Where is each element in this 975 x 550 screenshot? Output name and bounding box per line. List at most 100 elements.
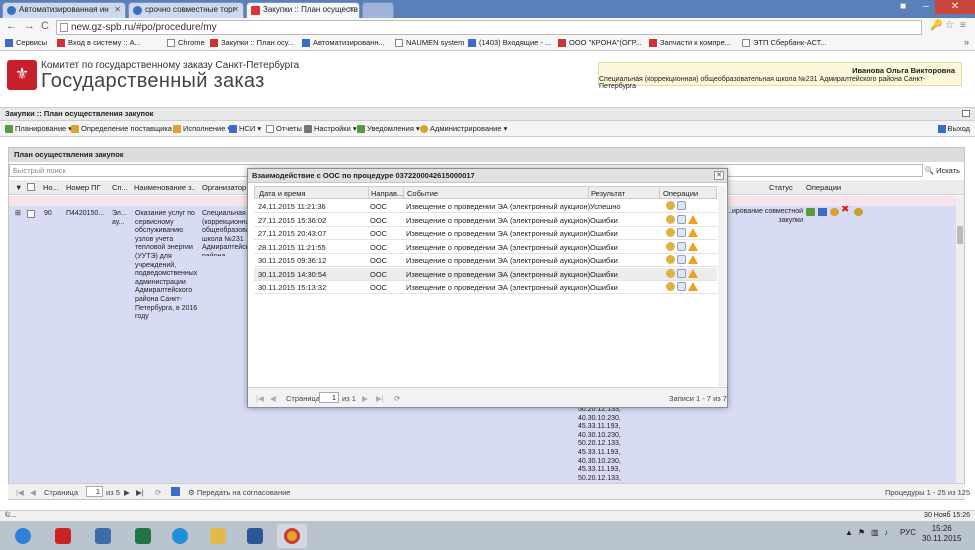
document-icon[interactable] <box>677 201 686 210</box>
dialog-table-row[interactable]: 27.11.2015 15:36:02 ООС Извещение о провед… <box>254 213 717 227</box>
warning-icon[interactable] <box>688 282 698 291</box>
menu-notifications[interactable]: Уведомления ▾ <box>357 124 420 133</box>
view-xml-icon[interactable] <box>666 268 675 278</box>
reload-grid-icon[interactable]: ⟳ <box>155 488 161 497</box>
warning-icon[interactable] <box>688 255 698 264</box>
start-button[interactable] <box>8 524 38 548</box>
menu-supplier[interactable]: Определение поставщика ▾ <box>71 124 178 133</box>
column-name[interactable]: Наименование з... <box>134 183 196 192</box>
close-tab-icon[interactable]: ✕ <box>348 3 355 17</box>
menu-administration[interactable]: Администрирование ▾ <box>420 124 507 133</box>
column-event[interactable]: Событие <box>407 189 438 198</box>
gear-icon[interactable] <box>854 208 863 216</box>
collapse-icon[interactable] <box>962 110 970 117</box>
url-input[interactable]: new.gz-spb.ru/#po/procedure/my <box>56 20 922 35</box>
dialog-scrollbar[interactable] <box>718 186 726 386</box>
save-icon[interactable] <box>171 487 180 496</box>
bookmark-automated[interactable]: Автоматизированн... <box>302 38 385 47</box>
document-icon[interactable] <box>677 241 686 251</box>
document-icon[interactable] <box>677 268 686 278</box>
view-xml-icon[interactable] <box>666 228 675 237</box>
close-tab-icon[interactable]: ✕ <box>232 3 239 17</box>
tray-flag-icon[interactable]: ⚑ <box>858 528 865 537</box>
page-number-input[interactable]: 1 <box>319 392 339 403</box>
first-page-icon[interactable]: |◀ <box>256 394 264 403</box>
menu-icon[interactable]: ≡ <box>960 20 966 31</box>
taskbar-app-word[interactable] <box>240 524 270 548</box>
taskbar-app-ie[interactable] <box>165 524 195 548</box>
document-icon[interactable] <box>677 255 686 264</box>
view-xml-icon[interactable] <box>666 201 675 210</box>
bookmark-naumen[interactable]: NAUMEN system <box>395 38 464 47</box>
view-xml-icon[interactable] <box>666 255 675 264</box>
dialog-table-row[interactable]: 30.11.2015 09:36:12 ООС Извещение о провед… <box>254 254 717 267</box>
last-page-icon[interactable]: ▶| <box>376 394 384 403</box>
keyboard-language[interactable]: РУС <box>900 528 916 537</box>
expand-icon[interactable]: ⊞ <box>15 210 21 219</box>
dialog-close-button[interactable]: ✕ <box>714 171 724 180</box>
bookmark-sberbank[interactable]: ЭТП Сбербанк-АСТ... <box>742 38 827 47</box>
document-icon[interactable] <box>677 214 686 224</box>
menu-nsi[interactable]: НСИ ▾ <box>229 124 261 133</box>
next-page-icon[interactable]: ▶ <box>362 394 368 403</box>
menu-settings[interactable]: Настройки ▾ <box>304 124 357 133</box>
new-tab-button[interactable] <box>362 2 394 18</box>
warning-icon[interactable] <box>688 268 698 278</box>
view-xml-icon[interactable] <box>666 241 675 251</box>
warning-icon[interactable] <box>688 241 698 251</box>
column-number[interactable]: Но... <box>43 183 63 192</box>
approve-button[interactable]: ⚙ Передать на согласование <box>188 488 290 497</box>
bookmark-inbox[interactable]: (1403) Входящие - ... <box>468 38 551 47</box>
back-icon[interactable]: ← <box>6 20 17 32</box>
reload-icon[interactable]: C <box>41 20 49 32</box>
bookmark-login[interactable]: Вход в систему :: А... <box>57 38 141 47</box>
scrollbar-thumb[interactable] <box>957 226 963 244</box>
browser-tab-2[interactable]: срочно совместные торг ✕ <box>128 2 244 18</box>
column-direction[interactable]: Направ... <box>371 189 403 198</box>
system-clock[interactable]: 15:26 30.11.2015 <box>922 524 961 544</box>
dialog-table-row[interactable]: 28.11.2015 11:21:55 ООС Извещение о провед… <box>254 240 717 254</box>
delete-icon[interactable]: ✖ <box>841 206 849 215</box>
logout-button[interactable]: Выход <box>937 124 970 133</box>
dialog-table-row[interactable]: 30.11.2015 15:13:32 ООС Извещение о провед… <box>254 281 717 294</box>
prev-page-icon[interactable]: ◀ <box>30 488 36 497</box>
key-icon[interactable]: 🔑 <box>930 20 942 31</box>
taskbar-app-excel[interactable] <box>128 524 158 548</box>
select-all-checkbox[interactable] <box>27 183 35 191</box>
menu-reports[interactable]: Отчеты <box>266 124 302 133</box>
document-icon[interactable] <box>677 228 686 237</box>
menu-execution[interactable]: Исполнение ▾ <box>173 124 231 133</box>
bookmark-services[interactable]: Сервисы <box>5 38 47 47</box>
view-xml-icon[interactable] <box>666 282 675 291</box>
warning-icon[interactable] <box>688 214 698 224</box>
next-page-icon[interactable]: ▶ <box>124 488 130 497</box>
tray-arrow-icon[interactable]: ▲ <box>845 528 853 537</box>
page-number-input[interactable]: 1 <box>86 486 103 497</box>
bookmarks-more-button[interactable]: » <box>964 37 969 47</box>
edit-icon[interactable] <box>806 208 815 216</box>
row-checkbox[interactable] <box>27 210 35 218</box>
bookmark-procurement[interactable]: Закупки :: План осу... <box>210 38 294 47</box>
first-page-icon[interactable]: |◀ <box>16 488 24 497</box>
bookmark-krona[interactable]: ООО "КРОНА"(ОГР... <box>558 38 642 47</box>
warning-icon[interactable] <box>688 228 698 237</box>
column-pg-number[interactable]: Номер ПГ <box>66 183 106 192</box>
reload-icon[interactable]: ⟳ <box>394 394 400 403</box>
column-result[interactable]: Результат <box>591 189 625 198</box>
close-window-icon[interactable]: ✕ <box>935 0 975 14</box>
browser-tab-3[interactable]: Закупки :: План осуществ ✕ <box>246 2 360 19</box>
menu-planning[interactable]: Планирование ▾ <box>5 124 72 133</box>
view-xml-icon[interactable] <box>666 214 675 224</box>
dialog-table-row[interactable]: 27.11.2015 20:43:07 ООС Извещение о провед… <box>254 227 717 240</box>
last-page-icon[interactable]: ▶| <box>136 488 144 497</box>
taskbar-app-explorer[interactable] <box>88 524 118 548</box>
refresh-icon[interactable] <box>830 208 839 216</box>
grid-scrollbar[interactable] <box>956 196 964 498</box>
star-icon[interactable]: ☆ <box>945 20 954 31</box>
column-organizer[interactable]: Организатор <box>202 183 247 192</box>
filter-icon[interactable]: ▼ <box>15 183 22 192</box>
chart-icon[interactable] <box>818 208 827 216</box>
search-button[interactable]: 🔍 Искать <box>925 166 960 175</box>
browser-tab-1[interactable]: Автоматизированная ин ✕ <box>2 2 126 18</box>
bookmark-parts[interactable]: Запчасти к компре... <box>649 38 731 47</box>
